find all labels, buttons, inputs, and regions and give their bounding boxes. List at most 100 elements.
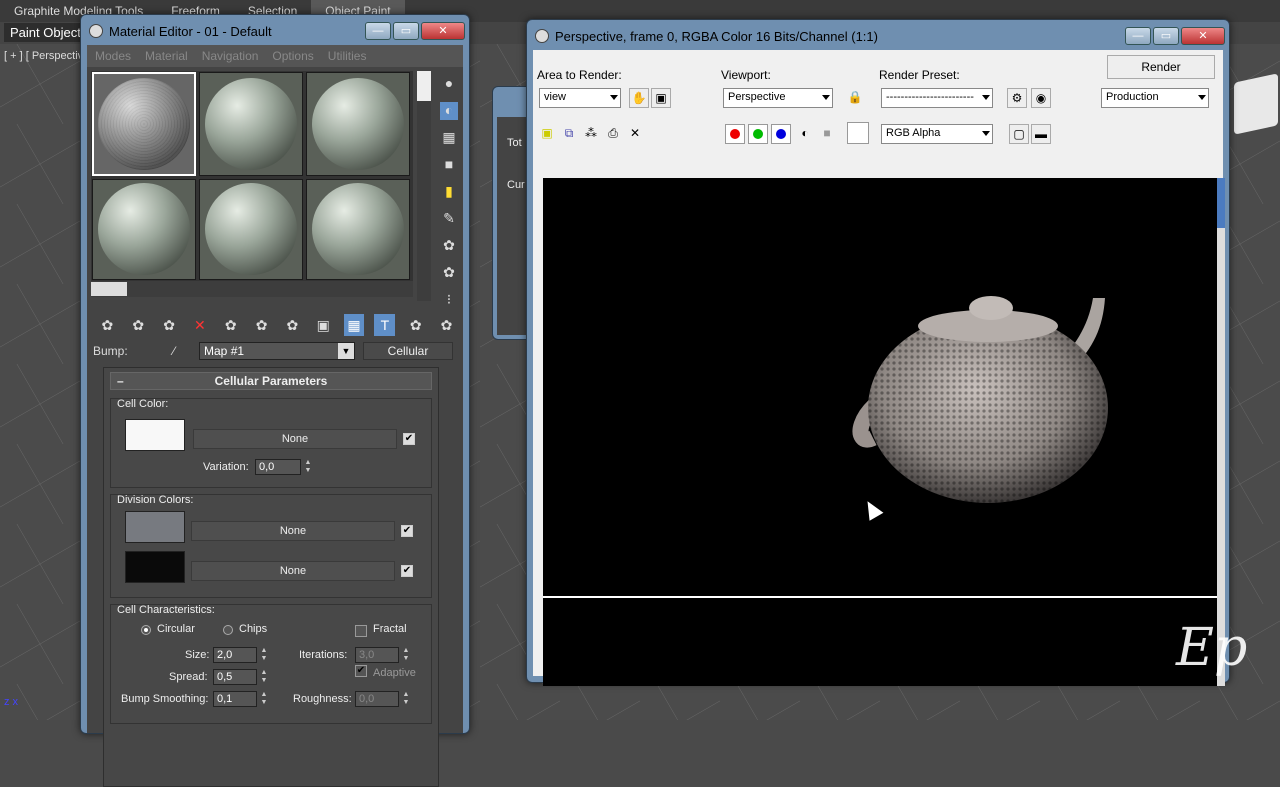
material-map-navigator-icon[interactable]: ⁝ — [440, 291, 458, 309]
show-end-result-icon[interactable]: T — [374, 314, 396, 336]
cell-color-swatch[interactable] — [125, 419, 185, 451]
material-editor-titlebar[interactable]: Material Editor - 01 - Default — ▭ ✕ — [85, 19, 465, 43]
sample-slot[interactable] — [92, 178, 196, 280]
put-to-library-icon[interactable]: ✿ — [251, 314, 272, 336]
make-unique-icon[interactable]: ✿ — [220, 314, 241, 336]
bump-smoothing-spinner[interactable]: ▲ ▼ — [259, 691, 269, 707]
save-image-icon[interactable]: ▣ — [537, 124, 557, 144]
eyedropper-icon[interactable]: ⁄ — [173, 344, 175, 358]
toggle-ui-icon[interactable]: ▬ — [1031, 124, 1051, 144]
fractal-checkbox[interactable] — [355, 625, 367, 637]
roughness-field[interactable]: 0,0 — [355, 691, 399, 707]
blue-channel-toggle[interactable] — [771, 124, 791, 144]
show-shaded-icon[interactable]: ▣ — [313, 314, 334, 336]
get-material-icon[interactable]: ✿ — [97, 314, 118, 336]
monochrome-icon[interactable]: ■ — [817, 124, 837, 144]
sample-slot[interactable] — [199, 178, 303, 280]
minimize-button[interactable]: — — [365, 22, 391, 40]
menu-navigation[interactable]: Navigation — [202, 49, 259, 63]
options-icon[interactable]: ✿ — [440, 237, 458, 255]
render-button[interactable]: Render — [1107, 55, 1215, 79]
toggle-ui-overlay-icon[interactable]: ▢ — [1009, 124, 1029, 144]
area-to-render-dropdown[interactable]: view — [539, 88, 621, 108]
division-map-2-checkbox[interactable]: ✔ — [401, 565, 413, 577]
swatch-color-box[interactable] — [847, 122, 869, 144]
adaptive-checkbox[interactable]: ✔ — [355, 665, 367, 677]
show-map-in-viewport-icon[interactable]: ▦ — [343, 314, 365, 336]
reset-map-icon[interactable]: ✕ — [189, 314, 210, 336]
material-id-icon[interactable]: ✿ — [282, 314, 303, 336]
viewcube-icon[interactable] — [1234, 73, 1278, 135]
map-name-dropdown[interactable]: Map #1 ▼ — [199, 342, 356, 360]
cell-color-map-button[interactable]: None — [193, 429, 397, 449]
put-to-scene-icon[interactable]: ✿ — [128, 314, 149, 336]
sample-type-icon[interactable]: ● — [440, 75, 458, 93]
render-setup-icon[interactable]: ⚙ — [1007, 88, 1027, 108]
slots-horizontal-scrollbar[interactable] — [91, 281, 413, 297]
menu-modes[interactable]: Modes — [95, 49, 131, 63]
menu-material[interactable]: Material — [145, 49, 188, 63]
production-dropdown[interactable]: Production — [1101, 88, 1209, 108]
division-map-2-button[interactable]: None — [191, 561, 395, 581]
channel-dropdown[interactable]: RGB Alpha — [881, 124, 993, 144]
sample-slot[interactable] — [92, 72, 196, 176]
sample-slot[interactable] — [306, 178, 410, 280]
green-channel-toggle[interactable] — [748, 124, 768, 144]
spread-spinner[interactable]: ▲ ▼ — [259, 669, 269, 685]
select-by-material-icon[interactable]: ✿ — [440, 264, 458, 282]
size-field[interactable]: 2,0 — [213, 647, 257, 663]
roughness-spinner[interactable]: ▲ ▼ — [401, 691, 411, 707]
menu-utilities[interactable]: Utilities — [328, 49, 367, 63]
video-color-check-icon[interactable]: ▮ — [440, 183, 458, 201]
spread-field[interactable]: 0,5 — [213, 669, 257, 685]
backlight-icon[interactable]: ◐ — [440, 102, 458, 120]
bump-smoothing-field[interactable]: 0,1 — [213, 691, 257, 707]
division-map-1-button[interactable]: None — [191, 521, 395, 541]
alpha-channel-icon[interactable]: ◐ — [795, 124, 815, 144]
iterations-field[interactable]: 3,0 — [355, 647, 399, 663]
variation-field[interactable]: 0,0 — [255, 459, 301, 475]
clone-frame-icon[interactable]: ⁂ — [581, 124, 601, 144]
environment-icon[interactable]: ◉ — [1031, 88, 1051, 108]
make-preview-icon[interactable]: ✎ — [440, 210, 458, 228]
red-channel-toggle[interactable] — [725, 124, 745, 144]
render-vertical-scrollbar[interactable] — [1217, 178, 1225, 686]
sample-slot[interactable] — [306, 72, 410, 176]
render-canvas[interactable] — [543, 178, 1217, 686]
lock-icon[interactable]: 🔒 — [845, 88, 865, 108]
sample-slot[interactable] — [199, 72, 303, 176]
circular-radio[interactable] — [141, 625, 151, 635]
size-spinner[interactable]: ▲ ▼ — [259, 647, 269, 663]
uv-tiling-icon[interactable]: ■ — [440, 156, 458, 174]
close-button[interactable]: ✕ — [421, 22, 465, 40]
map-type-button[interactable]: Cellular — [363, 342, 454, 360]
auto-region-icon[interactable]: ▣ — [651, 88, 671, 108]
maximize-button[interactable]: ▭ — [393, 22, 419, 40]
division-map-1-checkbox[interactable]: ✔ — [401, 525, 413, 537]
iterations-spinner[interactable]: ▲ ▼ — [401, 647, 411, 663]
menu-options[interactable]: Options — [272, 49, 313, 63]
assign-to-selection-icon[interactable]: ✿ — [159, 314, 180, 336]
slots-vertical-scrollbar[interactable] — [417, 71, 431, 301]
go-to-parent-icon[interactable]: ✿ — [405, 314, 426, 336]
paint-object-button[interactable]: Paint Object — [4, 23, 87, 42]
hand-icon[interactable]: ✋ — [629, 88, 649, 108]
close-button[interactable]: ✕ — [1181, 27, 1225, 45]
division-color-2-swatch[interactable] — [125, 551, 185, 583]
copy-image-icon[interactable]: ⧉ — [559, 124, 579, 144]
chips-radio[interactable] — [223, 625, 233, 635]
viewport-dropdown[interactable]: Perspective — [723, 88, 833, 108]
viewport-label[interactable]: [ + ] [ Perspective — [4, 50, 89, 62]
rollout-header[interactable]: – Cellular Parameters — [110, 372, 432, 390]
cell-color-map-checkbox[interactable]: ✔ — [403, 433, 415, 445]
background-icon[interactable]: ▦ — [440, 129, 458, 147]
maximize-button[interactable]: ▭ — [1153, 27, 1179, 45]
render-preset-dropdown[interactable]: ------------------------ — [881, 88, 993, 108]
division-color-1-swatch[interactable] — [125, 511, 185, 543]
render-window-titlebar[interactable]: Perspective, frame 0, RGBA Color 16 Bits… — [531, 24, 1225, 48]
go-forward-icon[interactable]: ✿ — [436, 314, 457, 336]
minimize-button[interactable]: — — [1125, 27, 1151, 45]
clear-icon[interactable]: ✕ — [625, 124, 645, 144]
variation-spinner[interactable]: ▲ ▼ — [303, 459, 313, 475]
print-image-icon[interactable]: ⎙ — [603, 124, 623, 144]
